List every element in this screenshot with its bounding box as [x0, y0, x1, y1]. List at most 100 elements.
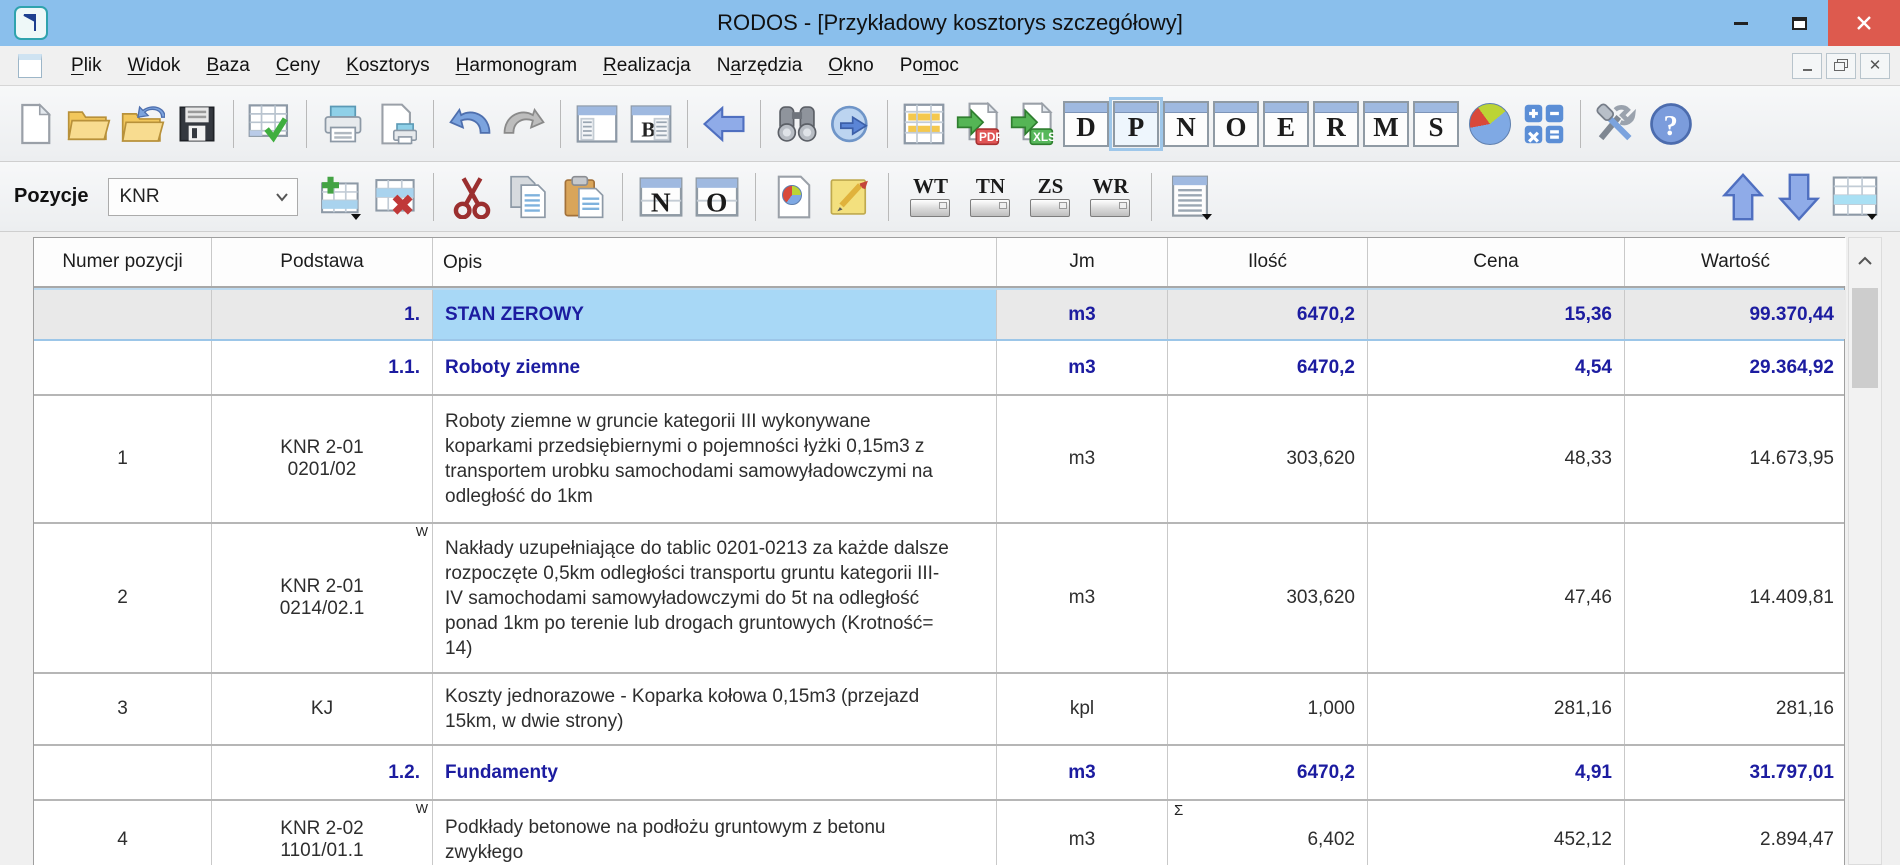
- cell-opis[interactable]: Roboty ziemne: [433, 341, 997, 394]
- cell-podstawa[interactable]: 1.: [212, 290, 433, 339]
- cell-ilosc[interactable]: 6470,2: [1168, 341, 1368, 394]
- table-row[interactable]: 1KNR 2-01 0201/02Roboty ziemne w gruncie…: [34, 396, 1844, 524]
- view-o-button[interactable]: O: [1213, 101, 1259, 147]
- cell-numer[interactable]: 4: [34, 801, 212, 865]
- menu-item-baza[interactable]: Baza: [193, 51, 262, 81]
- redo-icon[interactable]: [499, 96, 549, 152]
- cell-ilosc[interactable]: 6470,2: [1168, 290, 1368, 339]
- cell-opis[interactable]: Fundamenty: [433, 746, 997, 799]
- window-o-icon[interactable]: O: [692, 169, 742, 225]
- menu-item-realizacja[interactable]: Realizacja: [590, 51, 704, 81]
- menu-item-harmonogram[interactable]: Harmonogram: [443, 51, 590, 81]
- minimize-button[interactable]: [1712, 0, 1770, 46]
- table-row[interactable]: 1.1.Roboty ziemnem36470,24,5429.364,92: [34, 341, 1844, 396]
- table-row[interactable]: 2KNR 2-01 0214/02.1WNakłady uzupełniając…: [34, 524, 1844, 674]
- view-r-button[interactable]: R: [1313, 101, 1359, 147]
- cell-ilosc[interactable]: 1,000: [1168, 674, 1368, 744]
- cell-wartosc[interactable]: 281,16: [1625, 674, 1846, 744]
- menu-item-kosztorys[interactable]: Kosztorys: [333, 51, 442, 81]
- save-icon[interactable]: [172, 96, 222, 152]
- pie-chart-icon[interactable]: [1465, 96, 1515, 152]
- scroll-up-button[interactable]: [1849, 238, 1881, 284]
- catalog-dropdown[interactable]: KNR: [108, 178, 298, 216]
- cell-numer[interactable]: [34, 341, 212, 394]
- cell-opis[interactable]: Podkłady betonowe na podłożu gruntowym z…: [433, 801, 997, 865]
- split-view-b-icon[interactable]: B: [626, 96, 676, 152]
- export-xls-icon[interactable]: XLS: [1007, 96, 1057, 152]
- column-header[interactable]: Opis: [433, 238, 997, 286]
- cell-cena[interactable]: 281,16: [1368, 674, 1625, 744]
- tools-icon[interactable]: [1592, 96, 1642, 152]
- cell-wartosc[interactable]: 2.894,47: [1625, 801, 1846, 865]
- table-row[interactable]: 1.2.Fundamentym36470,24,9131.797,01: [34, 746, 1844, 801]
- calculator-icon[interactable]: [1519, 96, 1569, 152]
- cell-cena[interactable]: 4,91: [1368, 746, 1625, 799]
- cell-jm[interactable]: m3: [997, 341, 1168, 394]
- child-minimize-button[interactable]: [1792, 53, 1822, 79]
- cell-podstawa[interactable]: KNR 2-01 0214/02.1W: [212, 524, 433, 672]
- view-p-button[interactable]: P: [1113, 101, 1159, 147]
- cell-numer[interactable]: 1: [34, 396, 212, 522]
- view-m-button[interactable]: M: [1363, 101, 1409, 147]
- cut-icon[interactable]: [447, 169, 497, 225]
- menu-item-okno[interactable]: Okno: [815, 51, 886, 81]
- print-preview-icon[interactable]: [372, 96, 422, 152]
- cell-ilosc[interactable]: 303,620: [1168, 524, 1368, 672]
- cell-cena[interactable]: 48,33: [1368, 396, 1625, 522]
- column-header[interactable]: Podstawa: [212, 238, 433, 286]
- cell-wartosc[interactable]: 14.409,81: [1625, 524, 1846, 672]
- cell-ilosc[interactable]: 6470,2: [1168, 746, 1368, 799]
- tn-button[interactable]: TN: [962, 170, 1018, 224]
- cell-wartosc[interactable]: 99.370,44: [1625, 290, 1846, 339]
- document-window-icon[interactable]: [18, 54, 42, 78]
- wt-button[interactable]: WT: [902, 170, 958, 224]
- maximize-button[interactable]: [1770, 0, 1828, 46]
- cell-jm[interactable]: m3: [997, 396, 1168, 522]
- back-icon[interactable]: [699, 96, 749, 152]
- column-header[interactable]: Cena: [1368, 238, 1625, 286]
- cell-podstawa[interactable]: 1.1.: [212, 341, 433, 394]
- view-s-button[interactable]: S: [1413, 101, 1459, 147]
- paste-icon[interactable]: [559, 169, 609, 225]
- export-pdf-icon[interactable]: PDF: [953, 96, 1003, 152]
- column-header[interactable]: Jm: [997, 238, 1168, 286]
- row-format-icon[interactable]: [1830, 169, 1880, 225]
- child-restore-button[interactable]: [1826, 53, 1856, 79]
- cell-jm[interactable]: m3: [997, 524, 1168, 672]
- column-header[interactable]: Ilość: [1168, 238, 1368, 286]
- window-n-icon[interactable]: N: [636, 169, 686, 225]
- cell-jm[interactable]: m3: [997, 801, 1168, 865]
- cell-cena[interactable]: 4,54: [1368, 341, 1625, 394]
- cell-opis[interactable]: Nakłady uzupełniające do tablic 0201-021…: [433, 524, 997, 672]
- table-row[interactable]: 1.STAN ZEROWYm36470,215,3699.370,44: [34, 288, 1844, 341]
- cell-opis[interactable]: Roboty ziemne w gruncie kategorii III wy…: [433, 396, 997, 522]
- edit-note-icon[interactable]: [825, 169, 875, 225]
- column-header[interactable]: Numer pozycji: [34, 238, 212, 286]
- move-down-icon[interactable]: [1774, 169, 1824, 225]
- move-up-icon[interactable]: [1718, 169, 1768, 225]
- close-button[interactable]: [1828, 0, 1900, 46]
- open-folder-icon[interactable]: [64, 96, 114, 152]
- wr-button[interactable]: WR: [1082, 170, 1138, 224]
- copy-icon[interactable]: [503, 169, 553, 225]
- menu-item-narzędzia[interactable]: Narzędzia: [704, 51, 816, 81]
- cell-jm[interactable]: kpl: [997, 674, 1168, 744]
- menu-item-plik[interactable]: Plik: [58, 51, 115, 81]
- cell-opis[interactable]: Koszty jednorazowe - Koparka kołowa 0,15…: [433, 674, 997, 744]
- cell-wartosc[interactable]: 14.673,95: [1625, 396, 1846, 522]
- stats-doc-icon[interactable]: [769, 169, 819, 225]
- cell-podstawa[interactable]: KNR 2-02 1101/01.1W: [212, 801, 433, 865]
- view-e-button[interactable]: E: [1263, 101, 1309, 147]
- print-icon[interactable]: [318, 96, 368, 152]
- cell-cena[interactable]: 15,36: [1368, 290, 1625, 339]
- column-header[interactable]: Wartość: [1625, 238, 1846, 286]
- view-d-button[interactable]: D: [1063, 101, 1109, 147]
- cell-ilosc[interactable]: 303,620: [1168, 396, 1368, 522]
- cell-cena[interactable]: 452,12: [1368, 801, 1625, 865]
- menu-item-ceny[interactable]: Ceny: [263, 51, 333, 81]
- open-recent-icon[interactable]: [118, 96, 168, 152]
- view-n-button[interactable]: N: [1163, 101, 1209, 147]
- new-document-icon[interactable]: [10, 96, 60, 152]
- cell-ilosc[interactable]: 6,402Σ: [1168, 801, 1368, 865]
- cell-numer[interactable]: 3: [34, 674, 212, 744]
